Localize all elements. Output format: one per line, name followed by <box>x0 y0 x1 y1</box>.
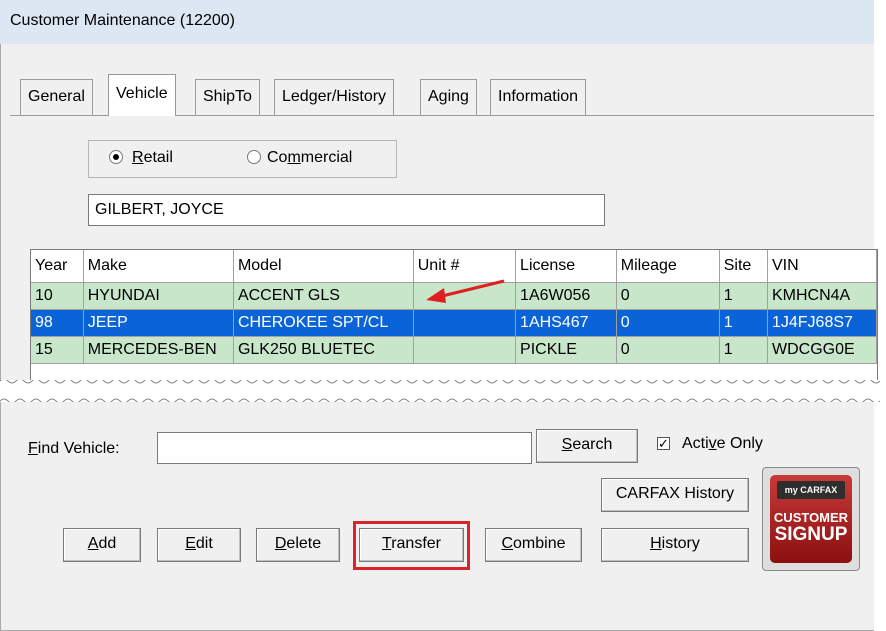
history-button[interactable]: History <box>601 528 749 562</box>
customer-name-field[interactable]: GILBERT, JOYCE <box>88 194 605 226</box>
combine-button[interactable]: Combine <box>485 528 582 562</box>
cell-make: JEEP <box>83 309 234 337</box>
cell-model: GLK250 BLUETEC <box>233 336 414 364</box>
find-vehicle-input[interactable] <box>157 432 532 464</box>
active-only-label[interactable]: Active Only <box>682 435 763 453</box>
cell-license: PICKLE <box>515 336 617 364</box>
carfax-brand: my CARFAX <box>777 481 845 499</box>
title-bar: Customer Maintenance (12200) <box>0 0 874 44</box>
cell-vin: KMHCN4A <box>767 282 877 310</box>
carfax-customer-signup-button[interactable]: my CARFAX CUSTOMER SIGNUP <box>762 467 860 571</box>
tab-aging[interactable]: Aging <box>420 79 477 115</box>
carfax-logo-line2: SIGNUP <box>774 524 848 545</box>
retail-radio[interactable] <box>109 150 123 164</box>
tab-shipto[interactable]: ShipTo <box>195 79 260 115</box>
tab-ledger-history[interactable]: Ledger/History <box>274 79 395 115</box>
edit-button[interactable]: Edit <box>157 528 241 562</box>
cell-year: 98 <box>31 309 84 337</box>
cell-license: 1AHS467 <box>515 309 617 337</box>
carfax-logo: my CARFAX CUSTOMER SIGNUP <box>770 475 852 563</box>
tab-information[interactable]: Information <box>490 79 587 115</box>
carfax-history-button[interactable]: CARFAX History <box>601 478 749 512</box>
search-button[interactable]: Search <box>536 429 638 463</box>
vehicle-grid: Year Make Model Unit # License Mileage S… <box>30 249 878 381</box>
commercial-radio[interactable] <box>247 150 261 164</box>
transfer-button[interactable]: Transfer <box>359 528 464 562</box>
column-header-site[interactable]: Site <box>719 250 768 283</box>
table-row-selected[interactable]: 98 JEEP CHEROKEE SPT/CL 1AHS467 0 1 1J4F… <box>31 309 877 337</box>
cell-vin: WDCGG0E <box>767 336 877 364</box>
window-title: Customer Maintenance (12200) <box>10 12 236 29</box>
retail-label[interactable]: Retail <box>132 149 173 167</box>
delete-button[interactable]: Delete <box>256 528 340 562</box>
add-button[interactable]: Add <box>63 528 141 562</box>
column-header-model[interactable]: Model <box>233 250 414 283</box>
cell-unit <box>413 309 517 337</box>
cell-vin: 1J4FJ68S7 <box>767 309 877 337</box>
cell-license: 1A6W056 <box>515 282 617 310</box>
cell-year: 15 <box>31 336 84 364</box>
cell-site: 1 <box>719 282 768 310</box>
commercial-label[interactable]: Commercial <box>267 149 352 167</box>
torn-edge <box>0 378 886 404</box>
cell-model: CHEROKEE SPT/CL <box>233 309 414 337</box>
column-header-vin[interactable]: VIN <box>767 250 877 283</box>
cell-unit <box>413 336 517 364</box>
column-header-make[interactable]: Make <box>83 250 234 283</box>
tab-vehicle[interactable]: Vehicle <box>108 74 176 116</box>
cell-mileage: 0 <box>616 309 720 337</box>
column-header-license[interactable]: License <box>515 250 617 283</box>
cell-year: 10 <box>31 282 84 310</box>
customer-type-group: Retail Commercial <box>88 140 397 178</box>
find-vehicle-label: Find Vehicle: <box>28 440 120 457</box>
cell-site: 1 <box>719 336 768 364</box>
table-row[interactable]: 15 MERCEDES-BEN GLK250 BLUETEC PICKLE 0 … <box>31 336 877 364</box>
cell-site: 1 <box>719 309 768 337</box>
active-only-checkbox[interactable]: ✓ <box>657 437 670 450</box>
annotation-arrow-icon <box>426 279 505 303</box>
cell-model: ACCENT GLS <box>233 282 414 310</box>
column-header-mileage[interactable]: Mileage <box>616 250 720 283</box>
column-header-year[interactable]: Year <box>31 250 84 283</box>
cell-mileage: 0 <box>616 282 720 310</box>
cell-mileage: 0 <box>616 336 720 364</box>
cell-make: HYUNDAI <box>83 282 234 310</box>
tab-general[interactable]: General <box>20 79 93 115</box>
cell-make: MERCEDES-BEN <box>83 336 234 364</box>
